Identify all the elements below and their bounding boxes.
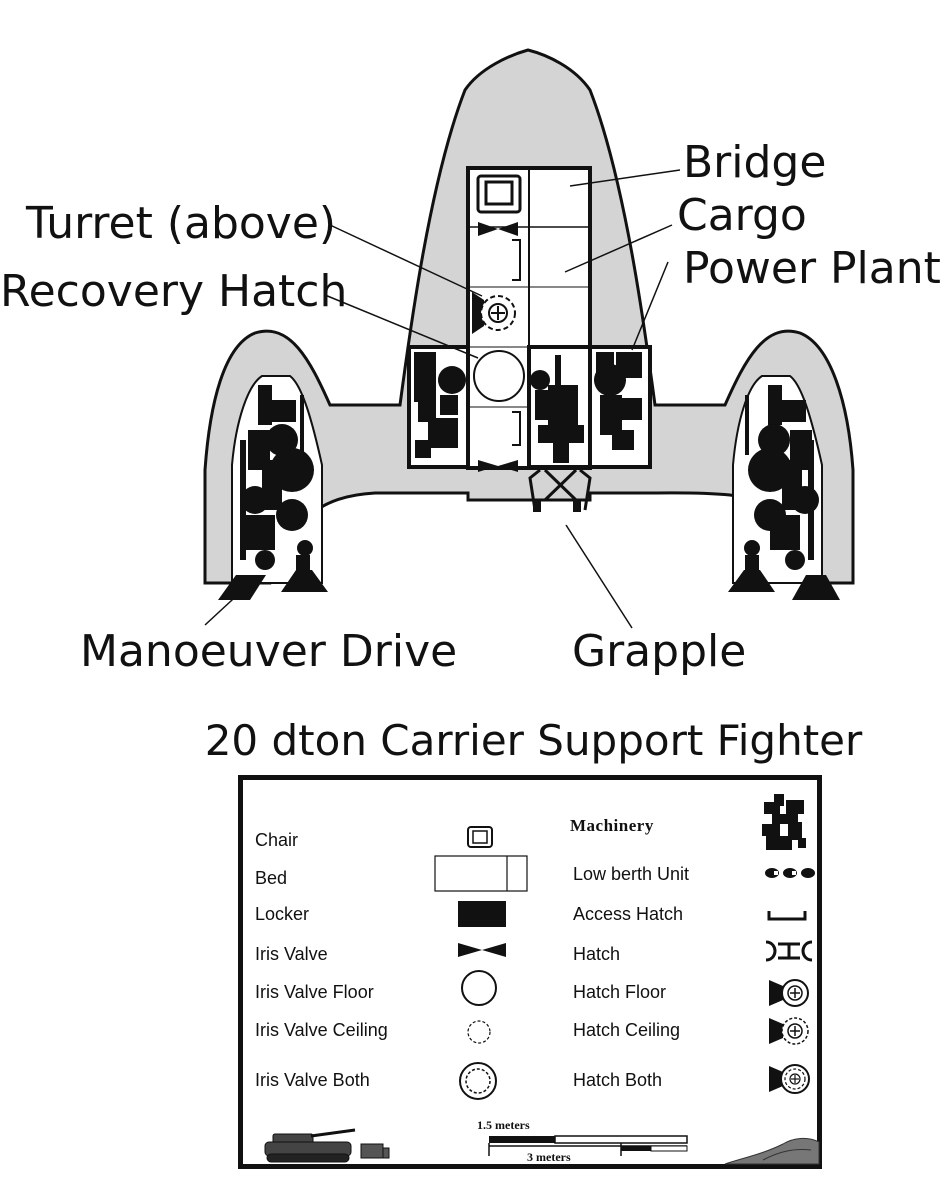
label-power-plant: Power Plant xyxy=(683,243,941,294)
diagram-title-text: 20 dton Carrier Support Fighter xyxy=(204,716,863,765)
bed-icon xyxy=(434,855,528,892)
legend-label-hatch-floor: Hatch Floor xyxy=(573,982,667,1002)
tank-illustration-icon xyxy=(264,1128,390,1163)
legend-label-bed: Bed xyxy=(255,868,288,888)
access-hatch-icon xyxy=(767,911,807,921)
ship-deck-plan xyxy=(203,48,855,629)
legend-label-hatch: Hatch xyxy=(573,944,621,964)
legend-label-access-hatch: Access Hatch xyxy=(573,904,684,924)
hatch-both-icon xyxy=(769,1064,810,1094)
rubble-illustration-icon xyxy=(724,1137,820,1165)
label-turret: Turret (above) xyxy=(26,198,337,249)
chair-icon xyxy=(467,826,493,848)
legend-label-machinery: Machinery xyxy=(570,816,654,835)
label-grapple: Grapple xyxy=(572,626,747,677)
label-cargo: Cargo xyxy=(677,190,807,241)
recovery-hatch xyxy=(473,350,525,402)
label-manoeuver-drive: Manoeuver Drive xyxy=(80,626,458,677)
legend-label-chair: Chair xyxy=(255,830,299,850)
legend-label-locker: Locker xyxy=(255,904,310,924)
label-recovery-hatch: Recovery Hatch xyxy=(0,266,348,317)
legend-label-low-berth: Low berth Unit xyxy=(573,864,690,884)
locker-icon xyxy=(458,901,506,927)
low-berth-icon xyxy=(765,868,815,878)
legend-label-hatch-both: Hatch Both xyxy=(573,1070,663,1090)
legend-label-hatch-ceiling: Hatch Ceiling xyxy=(573,1020,681,1040)
legend-label-iris-valve-both: Iris Valve Both xyxy=(255,1070,370,1090)
iris-valve-both-icon xyxy=(459,1062,497,1100)
scale-bar xyxy=(488,1135,688,1156)
iris-valve-icon xyxy=(458,943,506,957)
diagram-title: 20 dton Carrier Support Fighter xyxy=(0,716,947,765)
hatch-icon xyxy=(765,940,813,962)
machinery-icon xyxy=(762,794,806,850)
hatch-floor-icon xyxy=(769,979,809,1007)
label-bridge: Bridge xyxy=(683,137,827,188)
legend-label-iris-valve: Iris Valve xyxy=(255,944,328,964)
iris-valve-ceiling-icon xyxy=(467,1020,491,1044)
legend-label-iris-valve-floor: Iris Valve Floor xyxy=(255,982,374,1002)
iris-valve-floor-icon xyxy=(461,970,497,1006)
legend-box: Chair Bed Locker Iris Valve Iris Valve F… xyxy=(238,775,822,1169)
hatch-ceiling-icon xyxy=(769,1017,809,1045)
scale-label-small: 1.5 meters xyxy=(477,1118,530,1132)
legend-label-iris-valve-ceiling: Iris Valve Ceiling xyxy=(255,1020,388,1040)
